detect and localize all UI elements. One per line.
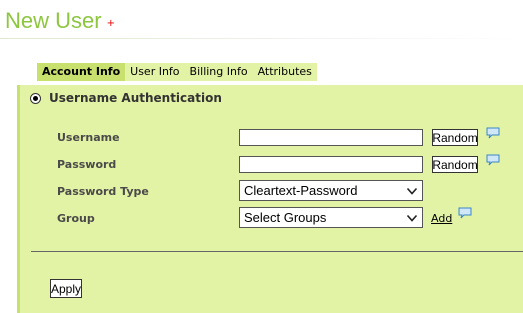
password-type-select[interactable]: Cleartext-Password [239, 180, 423, 201]
password-type-value: Cleartext-Password [244, 183, 358, 198]
tab-billing-info[interactable]: Billing Info [185, 63, 253, 81]
auth-label: Username Authentication [49, 91, 222, 105]
tab-account-info[interactable]: Account Info [37, 63, 126, 81]
group-label: Group [57, 212, 95, 225]
username-random-button[interactable]: Random [432, 129, 478, 146]
form-divider [31, 251, 523, 252]
username-label: Username [57, 131, 120, 144]
username-input[interactable] [239, 129, 423, 146]
required-marker: + [106, 18, 115, 29]
title-divider [0, 38, 523, 39]
password-type-label: Password Type [57, 185, 149, 198]
apply-button[interactable]: Apply [50, 279, 82, 298]
tab-user-info[interactable]: User Info [125, 63, 184, 81]
page-title: New User [5, 8, 102, 33]
speech-bubble-icon[interactable] [458, 207, 472, 219]
add-group-link[interactable]: Add [431, 212, 452, 225]
page-header: New User + [5, 8, 115, 34]
password-input[interactable] [239, 156, 423, 173]
auth-option: Username Authentication [30, 91, 222, 105]
password-random-button[interactable]: Random [432, 156, 478, 173]
password-label: Password [57, 158, 117, 171]
chevron-down-icon [406, 187, 418, 195]
group-select[interactable]: Select Groups [239, 207, 423, 228]
account-info-panel: Username Authentication Username Random … [17, 85, 523, 313]
group-value: Select Groups [244, 210, 327, 225]
speech-bubble-icon[interactable] [486, 127, 500, 139]
tab-bar: Account Info User Info Billing Info Attr… [37, 63, 317, 81]
tab-attributes[interactable]: Attributes [253, 63, 317, 81]
speech-bubble-icon[interactable] [486, 154, 500, 166]
username-auth-radio[interactable] [30, 92, 41, 104]
chevron-down-icon [406, 214, 418, 222]
